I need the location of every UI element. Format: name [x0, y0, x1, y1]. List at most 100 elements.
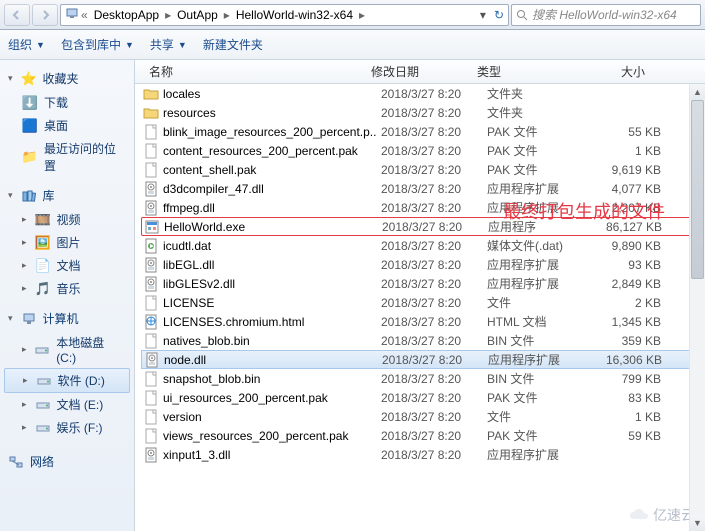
breadcrumb[interactable]: « DesktopApp ▸ OutApp ▸ HelloWorld-win32… — [60, 4, 509, 26]
breadcrumb-segment[interactable]: OutApp — [173, 8, 222, 22]
file-name: locales — [163, 87, 381, 101]
file-row[interactable]: node.dll 2018/3/27 8:20 应用程序扩展 16,306 KB — [141, 350, 699, 369]
sidebar-item-drive[interactable]: ▸ 文档 (E:) — [0, 393, 134, 416]
file-icon — [143, 390, 159, 406]
expand-icon: ▸ — [22, 237, 27, 248]
drive-icon — [35, 342, 51, 358]
column-size[interactable]: 大小 — [571, 63, 651, 80]
file-name: HelloWorld.exe — [164, 220, 382, 234]
sidebar-header-label: 库 — [43, 187, 55, 204]
sidebar-item-favorite[interactable]: 📁 最近访问的位置 — [0, 137, 134, 177]
file-type: BIN 文件 — [487, 370, 587, 387]
file-row[interactable]: content_resources_200_percent.pak 2018/3… — [141, 141, 699, 160]
file-name: snapshot_blob.bin — [163, 372, 381, 386]
drive-icon — [36, 373, 52, 389]
include-library-menu[interactable]: 包含到库中 ▼ — [61, 36, 134, 53]
sidebar-item-drive[interactable]: ▸ 娱乐 (F:) — [0, 416, 134, 439]
file-type: 文件 — [487, 408, 587, 425]
file-date: 2018/3/27 8:20 — [381, 201, 487, 215]
sidebar-header-label: 计算机 — [43, 310, 79, 327]
include-library-label: 包含到库中 — [61, 36, 121, 53]
file-size: 9,890 KB — [587, 239, 667, 253]
file-icon — [143, 124, 159, 140]
organize-menu[interactable]: 组织 ▼ — [8, 36, 45, 53]
file-type: 应用程序扩展 — [487, 446, 587, 463]
file-row[interactable]: HelloWorld.exe 2018/3/27 8:20 应用程序 86,12… — [141, 217, 699, 236]
expand-icon: ▸ — [22, 399, 27, 410]
sidebar-item-library[interactable]: ▸ 📄 文档 — [0, 254, 134, 277]
file-row[interactable]: LICENSE 2018/3/27 8:20 文件 2 KB — [141, 293, 699, 312]
search-placeholder: 搜索 HelloWorld-win32-x64 — [532, 6, 677, 23]
column-date[interactable]: 修改日期 — [365, 63, 471, 80]
sidebar-item-library[interactable]: ▸ 🎵 音乐 — [0, 277, 134, 300]
library-icon — [21, 188, 37, 204]
file-row[interactable]: views_resources_200_percent.pak 2018/3/2… — [141, 426, 699, 445]
file-row[interactable]: natives_blob.bin 2018/3/27 8:20 BIN 文件 3… — [141, 331, 699, 350]
file-icon — [143, 181, 159, 197]
scroll-up-icon[interactable]: ▲ — [690, 84, 705, 100]
file-row[interactable]: resources 2018/3/27 8:20 文件夹 — [141, 103, 699, 122]
file-row[interactable]: d3dcompiler_47.dll 2018/3/27 8:20 应用程序扩展… — [141, 179, 699, 198]
file-date: 2018/3/27 8:20 — [381, 125, 487, 139]
file-type: 应用程序 — [488, 218, 588, 235]
sidebar-network-header[interactable]: 网络 — [0, 449, 134, 474]
sidebar-item-favorite[interactable]: 🟦 桌面 — [0, 114, 134, 137]
file-row[interactable]: version 2018/3/27 8:20 文件 1 KB — [141, 407, 699, 426]
new-folder-button[interactable]: 新建文件夹 — [203, 36, 263, 53]
sidebar-item-library[interactable]: ▸ 🎞️ 视频 — [0, 208, 134, 231]
scroll-down-icon[interactable]: ▼ — [690, 515, 705, 531]
file-row[interactable]: libEGL.dll 2018/3/27 8:20 应用程序扩展 93 KB — [141, 255, 699, 274]
sidebar-computer-header[interactable]: ▾ 计算机 — [0, 306, 134, 331]
file-size: 55 KB — [587, 125, 667, 139]
file-date: 2018/3/27 8:20 — [382, 220, 488, 234]
file-row[interactable]: icudtl.dat 2018/3/27 8:20 媒体文件(.dat) 9,8… — [141, 236, 699, 255]
file-row[interactable]: locales 2018/3/27 8:20 文件夹 — [141, 84, 699, 103]
back-button[interactable] — [4, 4, 30, 26]
sidebar-item-label: 文档 — [57, 257, 81, 274]
sidebar-item-library[interactable]: ▸ 🖼️ 图片 — [0, 231, 134, 254]
share-label: 共享 — [150, 36, 174, 53]
collapse-icon: ▾ — [8, 190, 13, 201]
file-row[interactable]: libGLESv2.dll 2018/3/27 8:20 应用程序扩展 2,84… — [141, 274, 699, 293]
file-type: PAK 文件 — [487, 123, 587, 140]
file-icon — [143, 257, 159, 273]
chevron-down-icon: ▼ — [125, 40, 134, 50]
file-row[interactable]: xinput1_3.dll 2018/3/27 8:20 应用程序扩展 — [141, 445, 699, 464]
dropdown-icon[interactable]: ▾ — [480, 8, 486, 22]
file-row[interactable]: ffmpeg.dll 2018/3/27 8:20 应用程序扩展 2,207 K… — [141, 198, 699, 217]
forward-button[interactable] — [32, 4, 58, 26]
share-menu[interactable]: 共享 ▼ — [150, 36, 187, 53]
file-type: PAK 文件 — [487, 161, 587, 178]
sidebar-favorites-header[interactable]: ▾ ⭐ 收藏夹 — [0, 66, 134, 91]
column-type[interactable]: 类型 — [471, 63, 571, 80]
sidebar-item-drive[interactable]: ▸ 本地磁盘 (C:) — [0, 331, 134, 368]
file-type: 应用程序扩展 — [487, 199, 587, 216]
refresh-icon[interactable]: ↻ — [494, 8, 504, 22]
breadcrumb-segment[interactable]: DesktopApp — [90, 8, 163, 22]
file-type: 应用程序扩展 — [487, 256, 587, 273]
file-row[interactable]: content_shell.pak 2018/3/27 8:20 PAK 文件 … — [141, 160, 699, 179]
file-type: 应用程序扩展 — [487, 180, 587, 197]
file-name: xinput1_3.dll — [163, 448, 381, 462]
column-name[interactable]: 名称 — [143, 63, 365, 80]
file-name: libGLESv2.dll — [163, 277, 381, 291]
sidebar-libraries-header[interactable]: ▾ 库 — [0, 183, 134, 208]
search-input[interactable]: 搜索 HelloWorld-win32-x64 — [511, 4, 701, 26]
file-row[interactable]: snapshot_blob.bin 2018/3/27 8:20 BIN 文件 … — [141, 369, 699, 388]
file-icon — [143, 238, 159, 254]
file-type: 应用程序扩展 — [487, 275, 587, 292]
file-icon — [143, 371, 159, 387]
vertical-scrollbar[interactable]: ▲ ▼ — [689, 84, 705, 531]
file-row[interactable]: blink_image_resources_200_percent.p.. 20… — [141, 122, 699, 141]
file-row[interactable]: ui_resources_200_percent.pak 2018/3/27 8… — [141, 388, 699, 407]
scroll-thumb[interactable] — [691, 100, 704, 279]
sidebar-item-drive[interactable]: ▸ 软件 (D:) — [4, 368, 130, 393]
expand-icon: ▸ — [22, 344, 27, 355]
sidebar-item-favorite[interactable]: ⬇️ 下载 — [0, 91, 134, 114]
file-row[interactable]: LICENSES.chromium.html 2018/3/27 8:20 HT… — [141, 312, 699, 331]
file-name: d3dcompiler_47.dll — [163, 182, 381, 196]
expand-icon: ▸ — [22, 283, 27, 294]
breadcrumb-segment[interactable]: HelloWorld-win32-x64 — [232, 8, 357, 22]
file-icon — [144, 352, 160, 368]
file-date: 2018/3/27 8:20 — [381, 106, 487, 120]
